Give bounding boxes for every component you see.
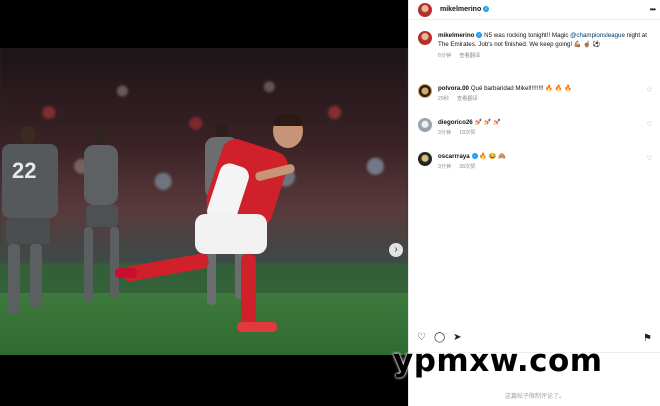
heart-icon[interactable]: ♡ bbox=[647, 121, 652, 128]
avatar[interactable] bbox=[418, 84, 432, 98]
post-photo[interactable]: 22 › bbox=[0, 48, 408, 355]
avatar[interactable] bbox=[418, 2, 432, 17]
comment-meta: 29秒 查看翻译 bbox=[438, 95, 638, 104]
comment-username[interactable]: polvora.00 bbox=[438, 85, 469, 92]
comment-item: polvora.00 Qué barbaridad Mikel!!!!!!!! … bbox=[418, 84, 656, 104]
comment-time: 3分钟 bbox=[438, 164, 452, 170]
site-watermark: ypmxw.com bbox=[393, 343, 603, 379]
heart-icon[interactable]: ♡ bbox=[647, 155, 652, 162]
mention-link[interactable]: @championsleague bbox=[570, 32, 625, 39]
caption-text: mikelmerino ✓ N5 was rocking tonight!! Ma… bbox=[438, 31, 656, 50]
caption-avatar[interactable] bbox=[418, 31, 432, 45]
comment-time: 3分钟 bbox=[438, 130, 452, 136]
post-actions: ♡ ◯ ➤ bbox=[417, 332, 462, 343]
bookmark-icon[interactable]: ⚑ bbox=[643, 333, 652, 344]
author-username[interactable]: mikelmerino ✓ bbox=[440, 6, 490, 13]
send-icon[interactable]: ➤ bbox=[453, 332, 461, 343]
likes-count[interactable]: 28次赞 bbox=[459, 164, 475, 170]
avatar[interactable] bbox=[418, 152, 432, 166]
likes-count[interactable]: 18次赞 bbox=[459, 130, 475, 136]
post-caption: mikelmerino ✓ N5 was rocking tonight!! Ma… bbox=[418, 31, 656, 59]
heart-icon[interactable]: ♡ bbox=[647, 87, 652, 94]
translate-link[interactable]: 查看翻译 bbox=[457, 96, 478, 102]
comment-username[interactable]: oscarrraya bbox=[438, 153, 470, 160]
caption-time: 6分钟 bbox=[438, 52, 452, 59]
comment-time: 29秒 bbox=[438, 96, 449, 102]
comment-item: oscarrraya ✓ 🔥 😂 🙈 3分钟 28次赞 ♡ bbox=[418, 152, 656, 172]
caption-username[interactable]: mikelmerino bbox=[438, 32, 474, 39]
author-username-text: mikelmerino bbox=[440, 6, 482, 13]
heart-icon[interactable]: ♡ bbox=[417, 332, 426, 343]
media-pane: 22 › bbox=[0, 0, 408, 406]
verified-badge-icon: ✓ bbox=[471, 153, 478, 159]
comment-meta: 3分钟 18次赞 bbox=[438, 129, 638, 138]
opponent-player-22: 22 bbox=[0, 126, 62, 321]
caption-part-1: N5 was rocking tonight!! Magic bbox=[482, 32, 571, 39]
verified-badge-icon: ✓ bbox=[483, 6, 490, 12]
caption-meta: 6分钟 查看翻译 bbox=[438, 52, 656, 59]
chevron-right-icon[interactable]: › bbox=[389, 243, 403, 257]
comment-text: Qué barbaridad Mikel!!!!!!!! 🔥 🔥 🔥 bbox=[470, 85, 572, 92]
jersey-number: 22 bbox=[12, 158, 37, 183]
comment-text: 💅🏻 💅🏻 💅🏻 bbox=[474, 119, 502, 126]
avatar[interactable] bbox=[418, 118, 432, 132]
translate-link[interactable]: 查看翻译 bbox=[459, 53, 480, 59]
post-header: mikelmerino ✓ ••• bbox=[409, 0, 660, 20]
comment-text: 🔥 😂 🙈 bbox=[479, 153, 506, 160]
comment-meta: 3分钟 28次赞 bbox=[438, 163, 638, 172]
comments-disabled-note: 这篇帖子限制评论了。 bbox=[504, 394, 565, 400]
comment-username[interactable]: diegorico26 bbox=[438, 119, 473, 126]
comment-item: diegorico26 💅🏻 💅🏻 💅🏻 3分钟 18次赞 ♡ bbox=[418, 118, 656, 138]
more-horizontal-icon[interactable]: ••• bbox=[650, 5, 656, 14]
comment-icon[interactable]: ◯ bbox=[434, 332, 445, 343]
celebrating-player bbox=[115, 114, 305, 338]
